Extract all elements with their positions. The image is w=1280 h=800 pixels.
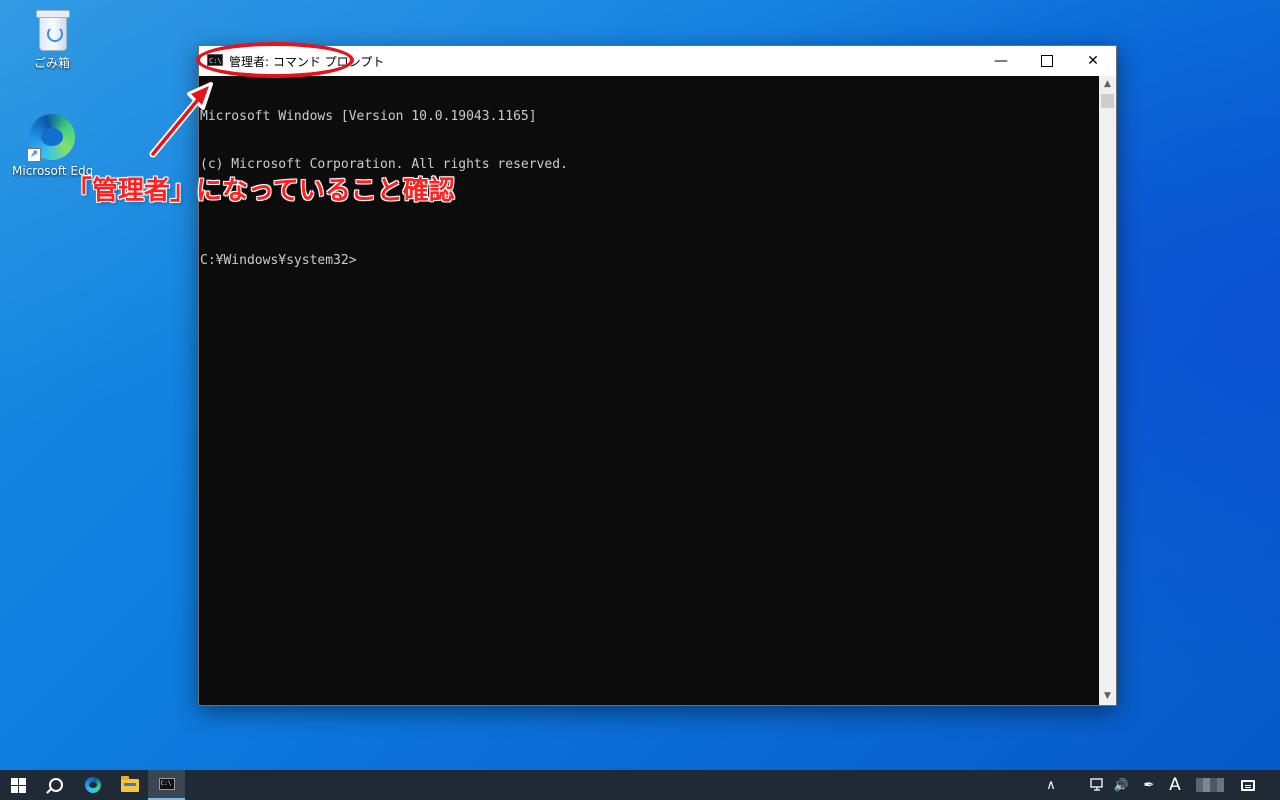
action-center-button[interactable] <box>1234 770 1262 800</box>
vertical-scrollbar[interactable]: ▲ ▼ <box>1099 76 1116 705</box>
desktop-icon-label: ごみ箱 <box>33 56 70 70</box>
scrollbar-thumb[interactable] <box>1101 94 1114 108</box>
scroll-up-icon[interactable]: ▲ <box>1099 76 1116 93</box>
clock-area[interactable] <box>1192 770 1228 800</box>
search-button[interactable] <box>37 770 74 800</box>
network-icon[interactable] <box>1088 770 1108 800</box>
maximize-button[interactable] <box>1024 46 1070 76</box>
start-icon <box>11 777 26 793</box>
clock-obscured <box>1196 778 1224 792</box>
taskbar-edge-button[interactable] <box>74 770 111 800</box>
console-prompt[interactable]: C:¥Windows¥system32> <box>200 253 1098 269</box>
console-line: Microsoft Windows [Version 10.0.19043.11… <box>200 109 537 124</box>
start-button[interactable] <box>0 770 37 800</box>
edge-icon <box>84 777 101 793</box>
taskbar: C:\ ∧ 🔊 ✒ A <box>0 770 1280 800</box>
file-explorer-icon <box>120 775 139 792</box>
show-hidden-icons-button[interactable]: ∧ <box>1040 770 1062 800</box>
edge-icon: ↗ <box>27 114 75 162</box>
notification-icon <box>1241 779 1255 791</box>
annotation-caption: 「管理者」になっていること確認 <box>66 176 455 206</box>
minimize-button[interactable]: — <box>978 46 1024 76</box>
shortcut-arrow-icon: ↗ <box>27 148 41 162</box>
maximize-icon <box>1041 55 1053 67</box>
close-button[interactable]: ✕ <box>1070 46 1116 76</box>
volume-icon[interactable]: 🔊 <box>1110 770 1132 800</box>
taskbar-cmd-button[interactable]: C:\ <box>148 770 185 800</box>
pen-icon[interactable]: ✒ <box>1138 770 1160 800</box>
recycle-bin-icon <box>34 10 70 51</box>
cmd-icon: C:\ <box>158 778 175 790</box>
highlight-ellipse <box>196 42 354 78</box>
search-icon <box>48 778 63 792</box>
desktop-icon-edge[interactable]: ↗ Microsoft Edge <box>12 114 92 178</box>
desktop-icon-recycle-bin[interactable]: ごみ箱 <box>12 10 92 71</box>
annotation-arrow-icon <box>149 82 213 158</box>
cmd-window[interactable]: C:\. 管理者: コマンド プロンプト — ✕ Microsoft Windo… <box>198 45 1117 706</box>
ime-indicator[interactable]: A <box>1164 770 1186 800</box>
scroll-down-icon[interactable]: ▼ <box>1099 688 1116 705</box>
taskbar-explorer-button[interactable] <box>111 770 148 800</box>
